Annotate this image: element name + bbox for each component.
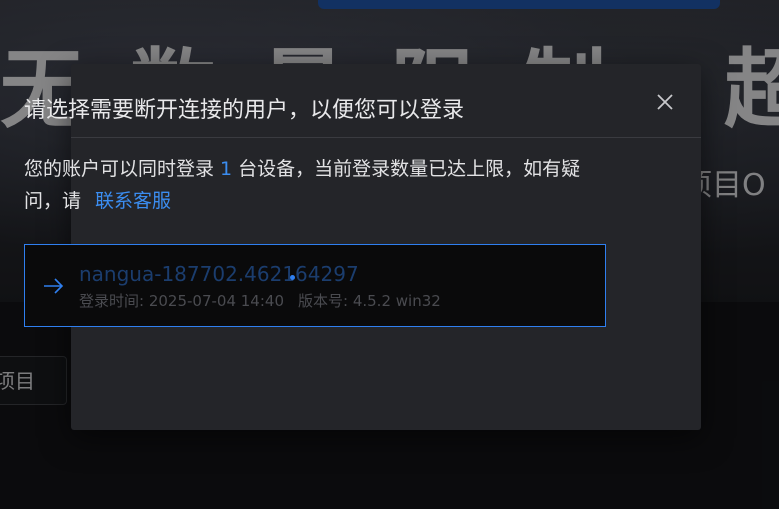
session-item[interactable]: nangua-187702.462164297 登录时间: 2025-07-04… xyxy=(24,244,606,327)
arrow-right-icon xyxy=(44,278,64,294)
session-version: 版本号: 4.5.2 win32 xyxy=(298,292,441,310)
loading-dot xyxy=(290,275,295,280)
close-icon xyxy=(657,94,673,110)
session-meta: 登录时间: 2025-07-04 14:40 版本号: 4.5.2 win32 xyxy=(79,291,441,311)
session-login-time: 登录时间: 2025-07-04 14:40 xyxy=(79,292,284,310)
close-button[interactable] xyxy=(651,88,679,116)
device-count: 1 xyxy=(220,158,233,180)
dialog-description: 您的账户可以同时登录 1 台设备，当前登录数量已达上限，如有疑问，请 联系客服 xyxy=(24,153,610,217)
dialog-title: 请选择需要断开连接的用户，以便您可以登录 xyxy=(24,98,465,123)
session-device-name: nangua-187702.462164297 xyxy=(79,262,359,286)
contact-support-link[interactable]: 联系客服 xyxy=(95,190,171,212)
desc-text-before: 您的账户可以同时登录 xyxy=(24,158,215,180)
